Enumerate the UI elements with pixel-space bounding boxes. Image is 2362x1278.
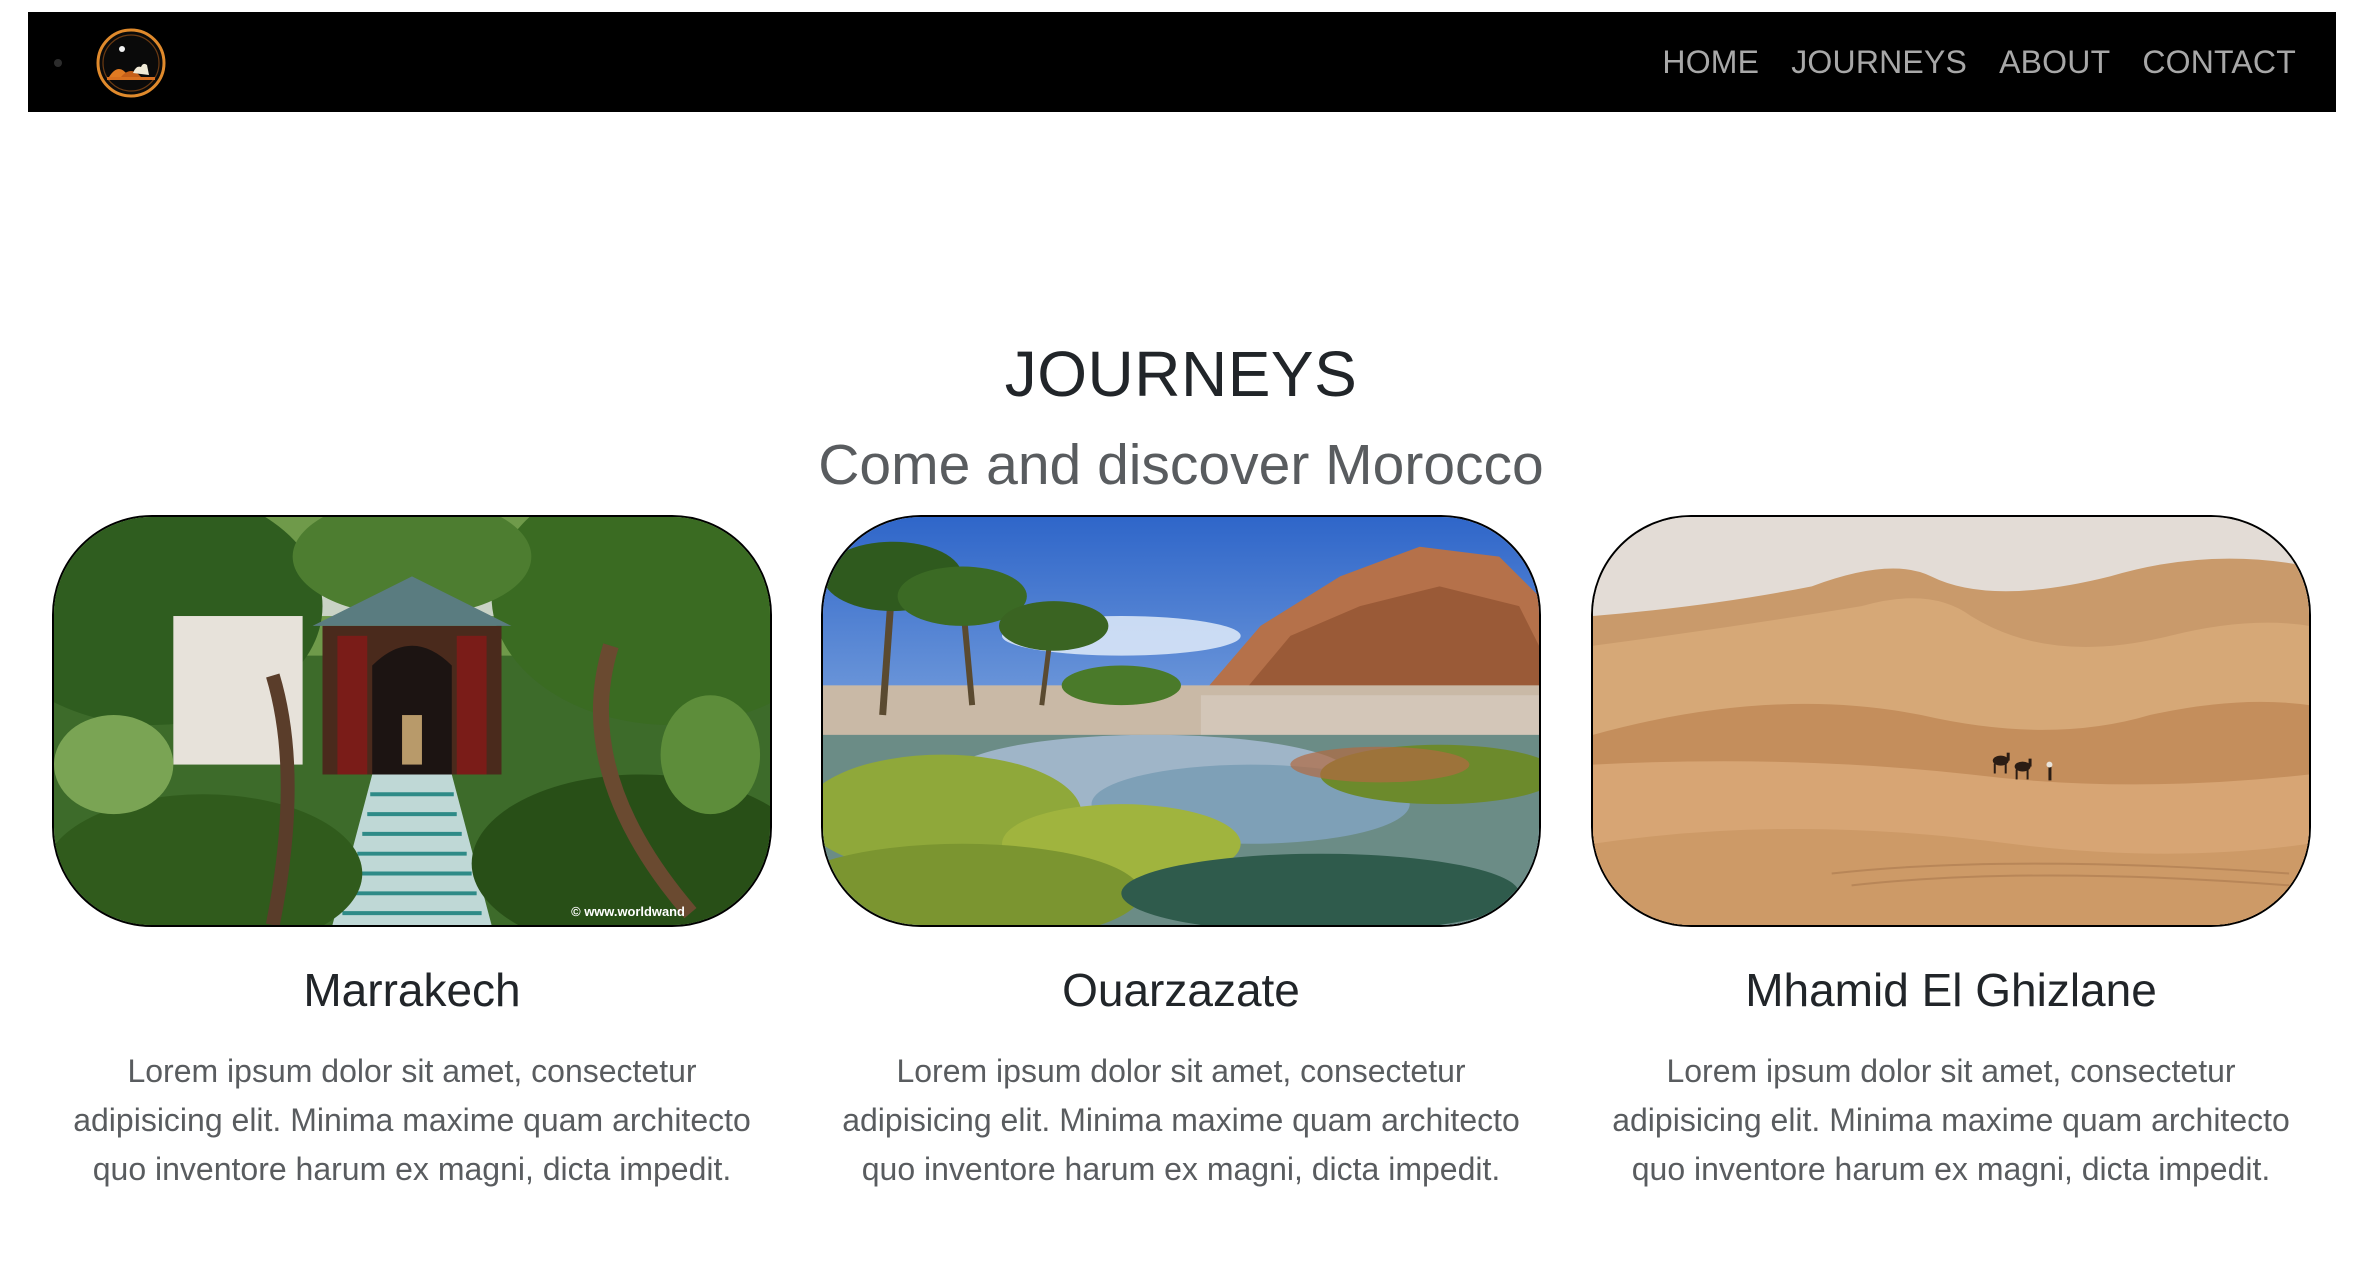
card-title: Marrakech bbox=[303, 964, 521, 1016]
nav-link-home[interactable]: HOME bbox=[1662, 44, 1759, 81]
ouarzazate-oasis-image bbox=[821, 515, 1541, 927]
card-text: Lorem ipsum dolor sit amet, consectetur … bbox=[73, 1053, 751, 1187]
journey-card-ouarzazate: Ouarzazate Lorem ipsum dolor sit amet, c… bbox=[821, 515, 1541, 1194]
section-subtitle: Come and discover Morocco bbox=[818, 433, 1544, 497]
card-title: Mhamid El Ghizlane bbox=[1745, 964, 2157, 1016]
card-text: Lorem ipsum dolor sit amet, consectetur … bbox=[1612, 1053, 2290, 1187]
marrakech-garden-image: © www.worldwand bbox=[52, 515, 772, 927]
nav-link-about[interactable]: ABOUT bbox=[1999, 44, 2110, 81]
nav-link-contact[interactable]: CONTACT bbox=[2142, 44, 2296, 81]
sahara-dunes-image bbox=[1591, 515, 2311, 927]
nav-dot bbox=[54, 59, 62, 67]
card-title: Ouarzazate bbox=[1062, 964, 1300, 1016]
page: HOME JOURNEYS ABOUT CONTACT JOURNEYS Com… bbox=[0, 0, 2362, 1278]
journey-card-marrakech: © www.worldwand Marrakech Lorem ipsum do… bbox=[52, 515, 772, 1194]
image-watermark: © www.worldwand bbox=[571, 904, 685, 919]
nav-link-journeys[interactable]: JOURNEYS bbox=[1791, 44, 1967, 81]
journey-card-mhamid: Mhamid El Ghizlane Lorem ipsum dolor sit… bbox=[1591, 515, 2311, 1194]
navbar: HOME JOURNEYS ABOUT CONTACT bbox=[28, 12, 2336, 112]
section-title: JOURNEYS bbox=[1004, 338, 1358, 410]
camel-desert-logo[interactable] bbox=[95, 27, 167, 99]
nav-links: HOME JOURNEYS ABOUT CONTACT bbox=[1662, 12, 2296, 112]
card-text: Lorem ipsum dolor sit amet, consectetur … bbox=[842, 1053, 1520, 1187]
